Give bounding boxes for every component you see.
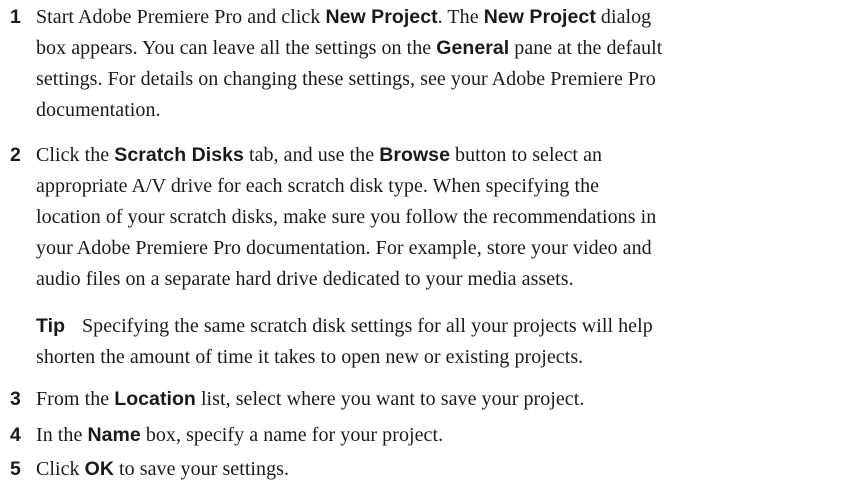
ui-term: New Project xyxy=(325,6,438,28)
step-line: Click the Scratch Disks tab, and use the… xyxy=(36,140,848,171)
step-number: 5 xyxy=(10,458,21,480)
step-line: Start Adobe Premiere Pro and click New P… xyxy=(36,2,848,33)
text-run: location of your scratch disks, make sur… xyxy=(36,206,657,228)
tip-line: shorten the amount of time it takes to o… xyxy=(36,346,584,368)
step-text: Click the Scratch Disks tab, and use the… xyxy=(36,140,848,295)
ui-term: Location xyxy=(114,388,196,410)
step-number: 3 xyxy=(10,388,21,410)
ui-term: Scratch Disks xyxy=(114,144,244,166)
text-run: pane at the default xyxy=(509,37,663,59)
ui-term: Browse xyxy=(379,144,450,166)
text-run: From the xyxy=(36,388,115,410)
step-2: 2 Click the Scratch Disks tab, and use t… xyxy=(0,140,848,295)
text-run: tab, and use the xyxy=(243,144,380,166)
step-number: 1 xyxy=(10,6,21,28)
ui-term: General xyxy=(436,37,510,59)
step-text: From the Location list, select where you… xyxy=(36,384,848,415)
step-text: Click OK to save your settings. xyxy=(36,454,848,485)
tip-text: Specifying the same scratch disk setting… xyxy=(82,315,653,337)
text-run: dialog xyxy=(595,6,652,28)
step-line: Click OK to save your settings. xyxy=(36,454,848,485)
text-run: Click xyxy=(36,458,85,480)
step-text: Start Adobe Premiere Pro and click New P… xyxy=(36,2,848,126)
step-line: From the Location list, select where you… xyxy=(36,384,848,415)
text-run: list, select where you want to save your… xyxy=(195,388,585,410)
step-number: 4 xyxy=(10,424,21,446)
step-line: location of your scratch disks, make sur… xyxy=(36,202,848,233)
ui-term: New Project xyxy=(483,6,596,28)
tip-label: Tip xyxy=(36,315,66,337)
text-run: box, specify a name for your project. xyxy=(140,424,444,446)
text-run: . The xyxy=(437,6,484,28)
step-number: 2 xyxy=(10,144,21,166)
step-1: 1 Start Adobe Premiere Pro and click New… xyxy=(0,2,848,126)
text-run: button to select an xyxy=(449,144,603,166)
step-5: 5 Click OK to save your settings. xyxy=(0,454,848,485)
text-run: to save your settings. xyxy=(114,458,290,480)
tip-note: Tip Specifying the same scratch disk sett… xyxy=(36,311,848,373)
text-run: audio files on a separate hard drive ded… xyxy=(36,268,574,290)
step-line: In the Name box, specify a name for your… xyxy=(36,420,848,451)
text-run: Click the xyxy=(36,144,115,166)
step-text: In the Name box, specify a name for your… xyxy=(36,420,848,451)
text-run: settings. For details on changing these … xyxy=(36,68,656,90)
step-line: box appears. You can leave all the setti… xyxy=(36,33,848,64)
step-3: 3 From the Location list, select where y… xyxy=(0,384,848,415)
text-run: documentation. xyxy=(36,99,161,121)
ui-term: OK xyxy=(84,458,114,480)
step-line: appropriate A/V drive for each scratch d… xyxy=(36,171,848,202)
ui-term: Name xyxy=(87,424,141,446)
tip-line: Tip Specifying the same scratch disk sett… xyxy=(36,311,848,342)
step-line: documentation. xyxy=(36,95,848,126)
text-run: your Adobe Premiere Pro documentation. F… xyxy=(36,237,652,259)
step-line: settings. For details on changing these … xyxy=(36,64,848,95)
step-line: audio files on a separate hard drive ded… xyxy=(36,264,848,295)
step-line: your Adobe Premiere Pro documentation. F… xyxy=(36,233,848,264)
text-run: In the xyxy=(36,424,88,446)
text-run: Start Adobe Premiere Pro and click xyxy=(36,6,326,28)
instructions-document: 1 Start Adobe Premiere Pro and click New… xyxy=(0,0,851,488)
step-4: 4 In the Name box, specify a name for yo… xyxy=(0,420,848,451)
text-run: appropriate A/V drive for each scratch d… xyxy=(36,175,600,197)
text-run: box appears. You can leave all the setti… xyxy=(36,37,437,59)
